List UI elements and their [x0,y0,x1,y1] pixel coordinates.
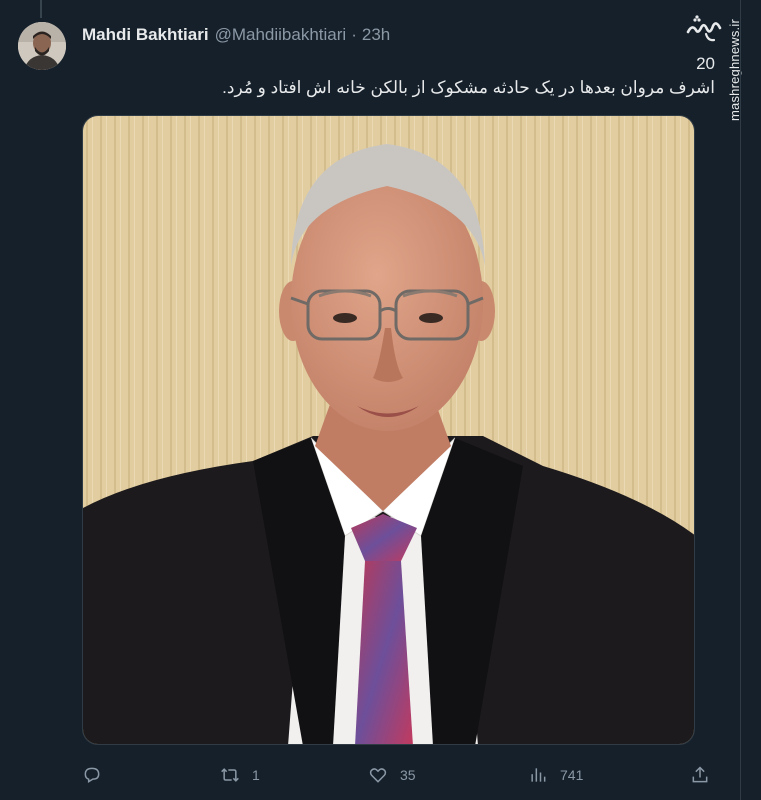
avatar[interactable] [18,22,66,70]
tweet-text: 20 اشرف مروان بعدها در یک حادثه مشکوک از… [82,52,715,100]
tweet-page: Mahdi Bakhtiari @Mahdiibakhtiari · 23h 2… [0,0,761,800]
share-button[interactable] [690,762,710,788]
thread-connector-line [40,0,42,18]
views-count: 741 [560,767,584,783]
header-separator: · [351,25,357,44]
views-button[interactable]: 741 [528,762,583,788]
user-handle[interactable]: @Mahdiibakhtiari [215,25,347,45]
reply-icon [84,767,100,783]
share-icon [692,766,708,783]
like-button[interactable]: 35 [368,762,416,788]
reply-button[interactable] [82,762,114,788]
watermark-logo [686,14,722,44]
like-icon [369,768,387,783]
display-name[interactable]: Mahdi Bakhtiari [82,25,209,45]
portrait-photo [83,116,694,744]
retweet-count: 1 [252,767,260,783]
retweet-button[interactable]: 1 [220,762,260,788]
column-divider [740,0,741,800]
retweet-icon [221,768,239,782]
tweet-number: 20 [696,54,715,73]
tweet-body: اشرف مروان بعدها در یک حادثه مشکوک از با… [222,78,715,97]
tweet-photo[interactable] [82,115,695,745]
tweet-actions: 1 35 741 [82,762,712,788]
views-icon [531,768,546,782]
avatar-image [18,22,66,70]
mashregh-logo-icon [686,15,722,42]
tweet-header: Mahdi Bakhtiari @Mahdiibakhtiari · 23h [82,24,390,46]
like-count: 35 [400,767,416,783]
tweet-timestamp[interactable]: 23h [362,25,390,45]
